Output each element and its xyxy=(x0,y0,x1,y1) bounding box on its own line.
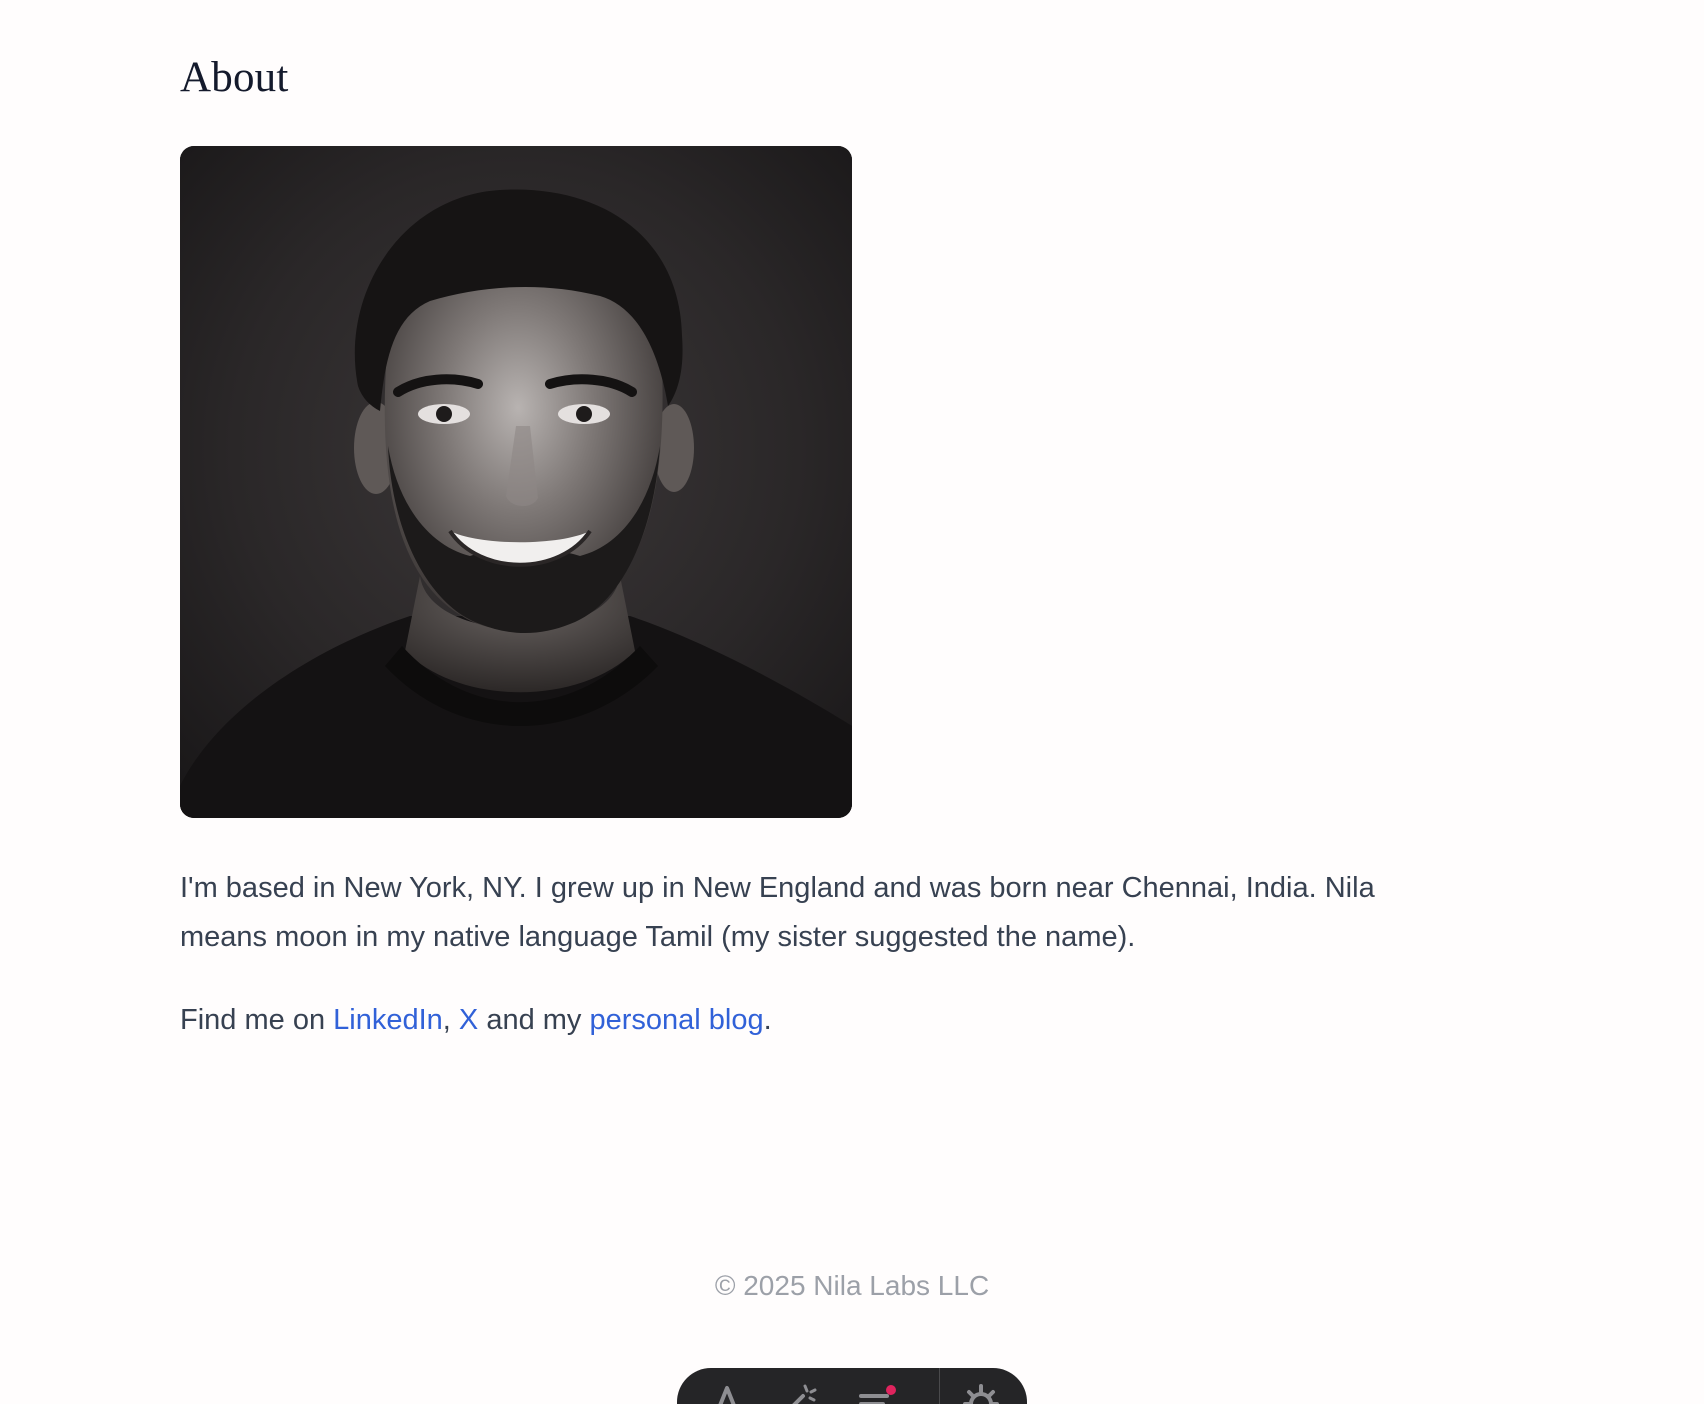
x-link[interactable]: X xyxy=(459,1004,478,1036)
bio-paragraph: I'm based in New York, NY. I grew up in … xyxy=(180,872,1375,953)
linkedin-link[interactable]: LinkedIn xyxy=(333,1004,443,1036)
personal-blog-link[interactable]: personal blog xyxy=(589,1004,763,1036)
period: . xyxy=(763,1004,772,1036)
social-links-paragraph: Find me on LinkedIn, X and my personal b… xyxy=(180,996,772,1045)
find-prefix: Find me on xyxy=(180,1004,334,1036)
and-my-text: and my xyxy=(478,1004,590,1036)
page-title: About xyxy=(180,54,289,101)
wand-icon[interactable] xyxy=(777,1382,817,1404)
text-icon[interactable] xyxy=(707,1382,747,1404)
portrait-image xyxy=(180,146,852,818)
toolbar-divider xyxy=(939,1368,940,1404)
comma-separator: , xyxy=(442,1004,459,1036)
footer-copyright: © 2025 Nila Labs LLC xyxy=(714,1270,990,1301)
gear-icon[interactable] xyxy=(961,1382,1001,1404)
notification-dot xyxy=(886,1385,896,1395)
portrait-photo xyxy=(180,146,852,818)
floating-toolbar xyxy=(677,1368,1027,1404)
menu-icon[interactable] xyxy=(857,1382,897,1404)
